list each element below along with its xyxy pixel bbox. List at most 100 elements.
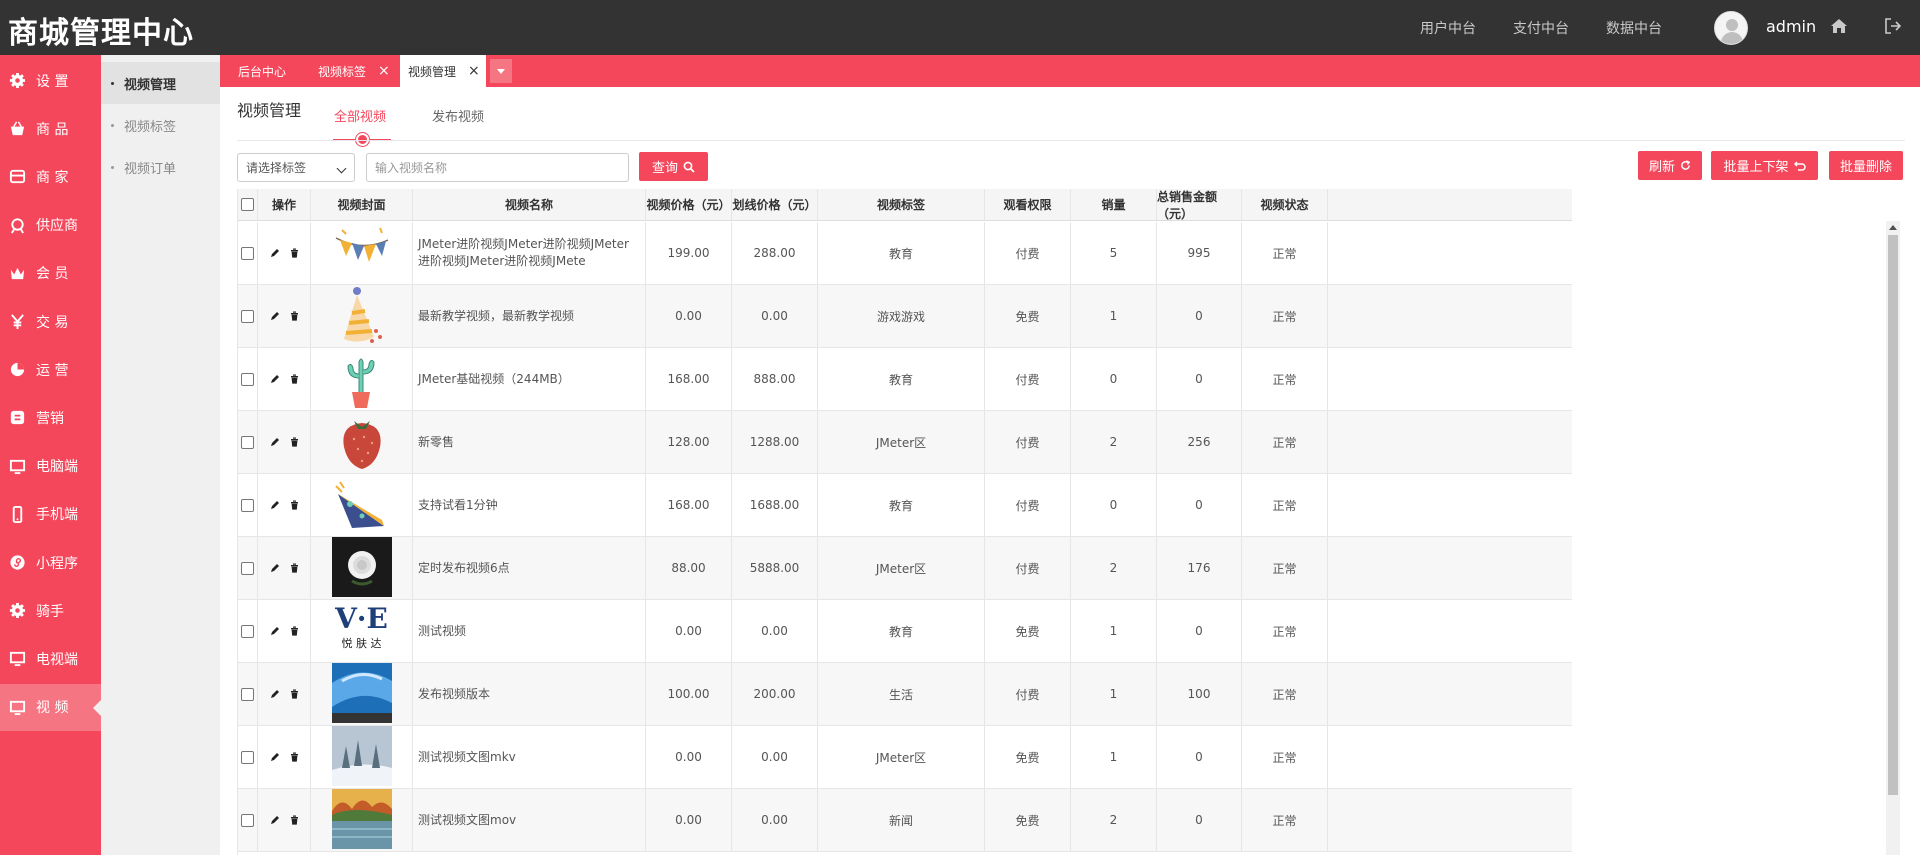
sidebar-item[interactable]: 骑手 [0,587,101,634]
select-cell[interactable] [237,600,258,662]
monitor-icon [8,698,26,716]
home-icon[interactable] [1830,17,1848,35]
edit-icon[interactable] [270,500,280,510]
sidebar-item[interactable]: 商 家 [0,153,101,200]
select-cell[interactable] [237,222,258,284]
select-cell[interactable] [237,537,258,599]
edit-icon[interactable] [270,563,280,573]
tab-dropdown-button[interactable] [490,59,512,83]
video-status: 正常 [1242,789,1328,851]
edit-icon[interactable] [270,248,280,258]
tab-backend-center[interactable]: 后台中心 [220,55,303,87]
select-cell[interactable] [237,285,258,347]
subtab-all-videos[interactable]: 全部视频 [334,106,386,125]
trash-icon[interactable] [290,500,299,510]
topnav-user-center[interactable]: 用户中台 [1420,18,1476,38]
subnav-item-video-manage[interactable]: 视频管理 [101,62,220,104]
cover-cell [311,285,413,347]
trash-icon[interactable] [290,374,299,384]
trash-icon[interactable] [290,815,299,825]
sidebar-item[interactable]: 商 品 [0,105,101,152]
refresh-button[interactable]: 刷新 [1638,151,1702,180]
cover-logo-subtext: 悦 肤 达 [341,637,382,650]
batch-delete-button[interactable]: 批量删除 [1829,151,1903,180]
row-checkbox[interactable] [240,435,254,449]
sidebar-item[interactable]: 小程序 [0,539,101,586]
close-icon[interactable]: × [468,63,480,79]
sidebar-item[interactable]: 交 易 [0,298,101,345]
tab-bar: 后台中心 视频标签 × 视频管理 × [220,55,1920,87]
video-cover [332,474,392,537]
topnav-data-center[interactable]: 数据中台 [1606,18,1662,38]
subnav-item-video-tags[interactable]: 视频标签 [101,104,220,146]
edit-icon[interactable] [270,437,280,447]
trash-icon[interactable] [290,563,299,573]
row-checkbox[interactable] [240,750,254,764]
subtab-publish-video[interactable]: 发布视频 [432,106,484,125]
sidebar-item[interactable]: 设 置 [0,57,101,104]
batch-shelf-button[interactable]: 批量上下架 [1711,151,1818,180]
trash-icon[interactable] [290,752,299,762]
edit-icon[interactable] [270,815,280,825]
row-checkbox[interactable] [240,624,254,638]
close-icon[interactable]: × [378,63,390,79]
edit-icon[interactable] [270,374,280,384]
row-checkbox[interactable] [240,813,254,827]
tab-video-manage[interactable]: 视频管理 × [400,55,486,87]
avatar[interactable] [1714,11,1748,45]
edit-icon[interactable] [270,311,280,321]
sidebar-item[interactable]: 会 员 [0,250,101,297]
select-all-cell[interactable] [237,189,258,220]
sidebar-item[interactable]: 手机端 [0,491,101,538]
tab-video-tags[interactable]: 视频标签 × [308,55,396,87]
row-checkbox[interactable] [240,561,254,575]
username[interactable]: admin [1766,17,1816,36]
sidebar-item[interactable]: 营销 [0,394,101,441]
trash-icon[interactable] [290,437,299,447]
trash-icon[interactable] [290,626,299,636]
video-price: 0.00 [646,789,732,851]
edit-icon[interactable] [270,626,280,636]
sidebar-item-label: 营销 [36,410,64,427]
row-checkbox[interactable] [240,687,254,701]
trash-icon[interactable] [290,311,299,321]
total-sales-amount: 0 [1157,600,1242,662]
select-cell[interactable] [237,726,258,788]
sidebar-item[interactable]: 视 频 [0,683,101,731]
row-checkbox[interactable] [240,246,254,260]
select-cell[interactable] [237,348,258,410]
trash-icon[interactable] [290,689,299,699]
edit-icon[interactable] [270,752,280,762]
column-header: 总销售金额（元） [1157,189,1242,221]
sidebar-item[interactable]: 电脑端 [0,443,101,490]
video-original-price: 5888.00 [732,537,818,599]
row-checkbox[interactable] [240,372,254,386]
table-row: 新零售 128.00 1288.00 JMeter区 付费 2 256 正常 [237,411,1572,474]
select-cell[interactable] [237,474,258,536]
video-original-price: 200.00 [732,663,818,725]
sidebar-item[interactable]: 供应商 [0,202,101,249]
select-cell[interactable] [237,411,258,473]
table-scrollbar[interactable] [1886,221,1900,855]
select-cell[interactable] [237,789,258,851]
sidebar-item-label: 会 员 [36,266,69,283]
video-price: 199.00 [646,222,732,284]
topnav-payment-center[interactable]: 支付中台 [1513,18,1569,38]
row-checkbox[interactable] [240,498,254,512]
search-input[interactable]: 输入视频名称 [366,153,629,182]
row-checkbox[interactable] [240,309,254,323]
total-sales-amount: 0 [1157,726,1242,788]
query-button[interactable]: 查询 [639,152,708,181]
tag-select[interactable]: 请选择标签 [237,153,355,182]
table-border [237,189,238,855]
select-all-checkbox[interactable] [240,198,254,211]
subnav-item-video-orders[interactable]: 视频订单 [101,146,220,188]
select-cell[interactable] [237,663,258,725]
sidebar-item[interactable]: 电视端 [0,635,101,682]
trash-icon[interactable] [290,248,299,258]
scroll-up-icon[interactable] [1889,225,1897,230]
sidebar-item[interactable]: 运 营 [0,346,101,393]
scrollbar-thumb[interactable] [1888,235,1898,795]
edit-icon[interactable] [270,689,280,699]
logout-icon[interactable] [1884,17,1902,35]
